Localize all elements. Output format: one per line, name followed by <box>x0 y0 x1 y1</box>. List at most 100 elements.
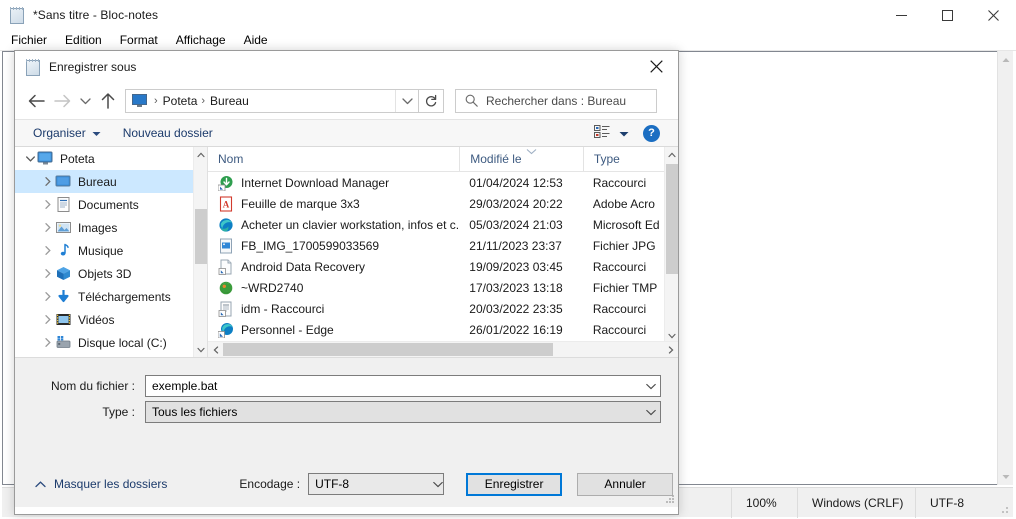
help-button[interactable]: ? <box>643 124 660 142</box>
tree-item-label: Musique <box>78 243 124 258</box>
file-list-pane[interactable]: Nom Modifié le Type Internet Download Ma… <box>207 147 678 357</box>
menu-affichage[interactable]: Affichage <box>167 31 235 49</box>
chevron-down-icon[interactable] <box>433 477 443 491</box>
chevron-right-icon[interactable] <box>41 246 55 255</box>
tree-item-bureau[interactable]: Bureau <box>15 170 193 193</box>
view-mode-button[interactable] <box>594 125 629 141</box>
scroll-up-icon[interactable] <box>998 51 1014 68</box>
table-row[interactable]: Personnel - Edge 26/01/2022 16:19 Raccou… <box>208 319 678 340</box>
filetype-select[interactable]: Tous les fichiers <box>145 401 661 423</box>
refresh-button[interactable] <box>419 88 444 113</box>
edge-icon <box>218 217 234 233</box>
back-button[interactable] <box>23 88 49 114</box>
chevron-right-icon[interactable] <box>41 292 55 301</box>
resize-grip[interactable] <box>995 488 1013 518</box>
menu-format[interactable]: Format <box>111 31 167 49</box>
videos-icon <box>55 312 72 327</box>
encoding-value: UTF-8 <box>315 477 350 491</box>
dialog-close-button[interactable] <box>634 51 678 82</box>
breadcrumb-dropdown-button[interactable] <box>395 89 418 112</box>
chevron-down-icon[interactable] <box>642 376 660 396</box>
dialog-form-area: Nom du fichier : exemple.bat Type : Tous… <box>15 357 678 507</box>
filename-input[interactable]: exemple.bat <box>145 375 661 397</box>
tree-vertical-scrollbar[interactable] <box>193 147 207 357</box>
menu-aide[interactable]: Aide <box>235 31 277 49</box>
chevron-right-icon[interactable] <box>41 200 55 209</box>
chevron-down-icon[interactable] <box>642 402 660 422</box>
organize-button[interactable]: Organiser <box>33 126 101 140</box>
file-name-cell: Acheter un clavier workstation, infos et… <box>208 217 459 233</box>
new-folder-label: Nouveau dossier <box>122 126 213 140</box>
tree-item-poteta[interactable]: Poteta <box>15 147 193 170</box>
table-row[interactable]: Internet Download Manager 01/04/2024 12:… <box>208 172 678 193</box>
column-header-nom[interactable]: Nom <box>208 147 459 171</box>
status-zoom: 100% <box>731 487 797 518</box>
file-name: Internet Download Manager <box>241 175 390 190</box>
file-name: Acheter un clavier workstation, infos et… <box>241 217 460 232</box>
breadcrumb-item-poteta[interactable]: Poteta <box>163 94 198 108</box>
chevron-right-icon[interactable] <box>41 315 55 324</box>
horizontal-scroll-thumb[interactable] <box>223 343 553 356</box>
tree-item-objets-3d[interactable]: Objets 3D <box>15 262 193 285</box>
close-button[interactable] <box>970 0 1016 30</box>
tree-item-videos[interactable]: Vidéos <box>15 308 193 331</box>
scroll-down-icon[interactable] <box>194 342 208 357</box>
table-row[interactable]: Acheter un clavier workstation, infos et… <box>208 214 678 235</box>
chevron-right-icon[interactable] <box>41 338 55 347</box>
table-row[interactable]: FB_IMG_1700599033569 21/11/2023 23:37 Fi… <box>208 235 678 256</box>
file-list-header: Nom Modifié le Type <box>208 147 678 172</box>
new-folder-button[interactable]: Nouveau dossier <box>123 126 213 140</box>
scroll-left-icon[interactable] <box>208 342 223 357</box>
navigation-tree[interactable]: Poteta Bureau Documents Images Musique O… <box>15 147 193 357</box>
objects3d-icon <box>55 266 72 281</box>
tree-item-musique[interactable]: Musique <box>15 239 193 262</box>
file-list-vertical-scrollbar[interactable] <box>664 147 678 343</box>
scroll-up-icon[interactable] <box>665 147 678 162</box>
tree-scroll-thumb[interactable] <box>195 209 207 264</box>
dialog-resize-grip[interactable] <box>666 495 675 504</box>
filename-label: Nom du fichier : <box>50 379 135 393</box>
breadcrumb-item-bureau[interactable]: Bureau <box>210 94 249 108</box>
view-list-icon <box>594 125 610 141</box>
tree-item-telechargements[interactable]: Téléchargements <box>15 285 193 308</box>
menu-fichier[interactable]: Fichier <box>2 31 56 49</box>
file-name: Feuille de marque 3x3 <box>241 196 360 211</box>
scroll-down-icon[interactable] <box>998 468 1014 485</box>
save-button[interactable]: Enregistrer <box>466 472 563 496</box>
maximize-button[interactable] <box>924 0 970 30</box>
column-header-modifie-le[interactable]: Modifié le <box>459 147 583 171</box>
table-row[interactable]: ~WRD2740 17/03/2023 13:18 Fichier TMP <box>208 277 678 298</box>
chevron-right-icon[interactable] <box>41 223 55 232</box>
file-name-cell: Internet Download Manager <box>208 175 459 191</box>
table-row[interactable]: idm - Raccourci 20/03/2022 23:35 Raccour… <box>208 298 678 319</box>
up-button[interactable] <box>95 88 121 114</box>
organize-label: Organiser <box>33 126 86 140</box>
table-row[interactable]: Android Data Recovery 19/09/2023 03:45 R… <box>208 256 678 277</box>
menu-edition[interactable]: Edition <box>56 31 111 49</box>
tree-item-documents[interactable]: Documents <box>15 193 193 216</box>
tree-item-disque-local-c[interactable]: Disque local (C:) <box>15 331 193 354</box>
forward-button[interactable] <box>49 88 75 114</box>
breadcrumb-bar[interactable]: › Poteta › Bureau <box>125 88 419 113</box>
chevron-down-icon[interactable] <box>23 155 37 162</box>
file-list-horizontal-scrollbar[interactable] <box>208 341 678 357</box>
notepad-vertical-scrollbar[interactable] <box>997 51 1013 485</box>
chevron-right-icon[interactable] <box>41 269 55 278</box>
table-row[interactable]: A Feuille de marque 3x3 29/03/2024 20:22… <box>208 193 678 214</box>
file-list-scroll-thumb[interactable] <box>666 164 678 274</box>
encoding-select[interactable]: UTF-8 <box>308 473 445 495</box>
tree-item-images[interactable]: Images <box>15 216 193 239</box>
hide-folders-button[interactable]: Masquer les dossiers <box>35 477 167 491</box>
filename-value[interactable]: exemple.bat <box>146 379 642 393</box>
chevron-right-icon[interactable] <box>41 177 55 186</box>
search-input[interactable] <box>486 93 646 108</box>
pdf-icon: A <box>218 195 234 212</box>
notepad-title: *Sans titre - Bloc-notes <box>33 8 159 22</box>
cancel-button[interactable]: Annuler <box>577 472 674 496</box>
scroll-right-icon[interactable] <box>663 342 678 357</box>
minimize-button[interactable] <box>878 0 924 30</box>
search-box[interactable] <box>455 88 657 113</box>
scroll-up-icon[interactable] <box>194 147 208 162</box>
recent-locations-button[interactable] <box>75 88 95 114</box>
file-name-cell: Personnel - Edge <box>208 322 459 338</box>
